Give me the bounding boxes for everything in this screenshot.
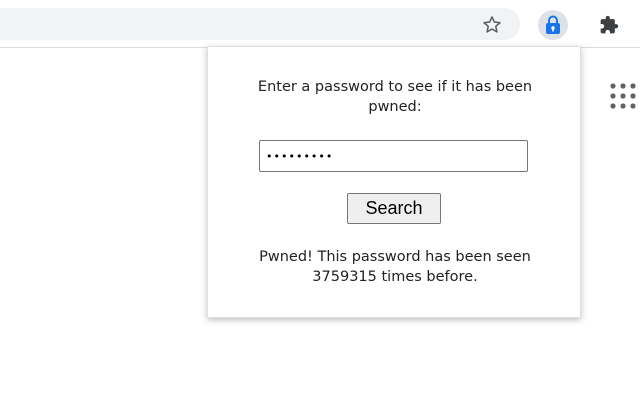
puzzle-icon[interactable]: [599, 15, 619, 35]
address-bar[interactable]: [0, 8, 520, 40]
apps-grid-icon[interactable]: [609, 82, 637, 110]
browser-toolbar: [0, 0, 640, 48]
search-button[interactable]: Search: [347, 193, 441, 224]
star-icon[interactable]: [481, 14, 503, 36]
extension-popup: Enter a password to see if it has been p…: [207, 46, 581, 318]
password-input[interactable]: [259, 140, 528, 172]
pwned-extension-button[interactable]: [538, 10, 568, 40]
password-prompt: Enter a password to see if it has been p…: [257, 79, 533, 115]
lock-icon: [546, 15, 560, 34]
pwned-result-message: Pwned! This password has been seen 37593…: [259, 249, 531, 285]
